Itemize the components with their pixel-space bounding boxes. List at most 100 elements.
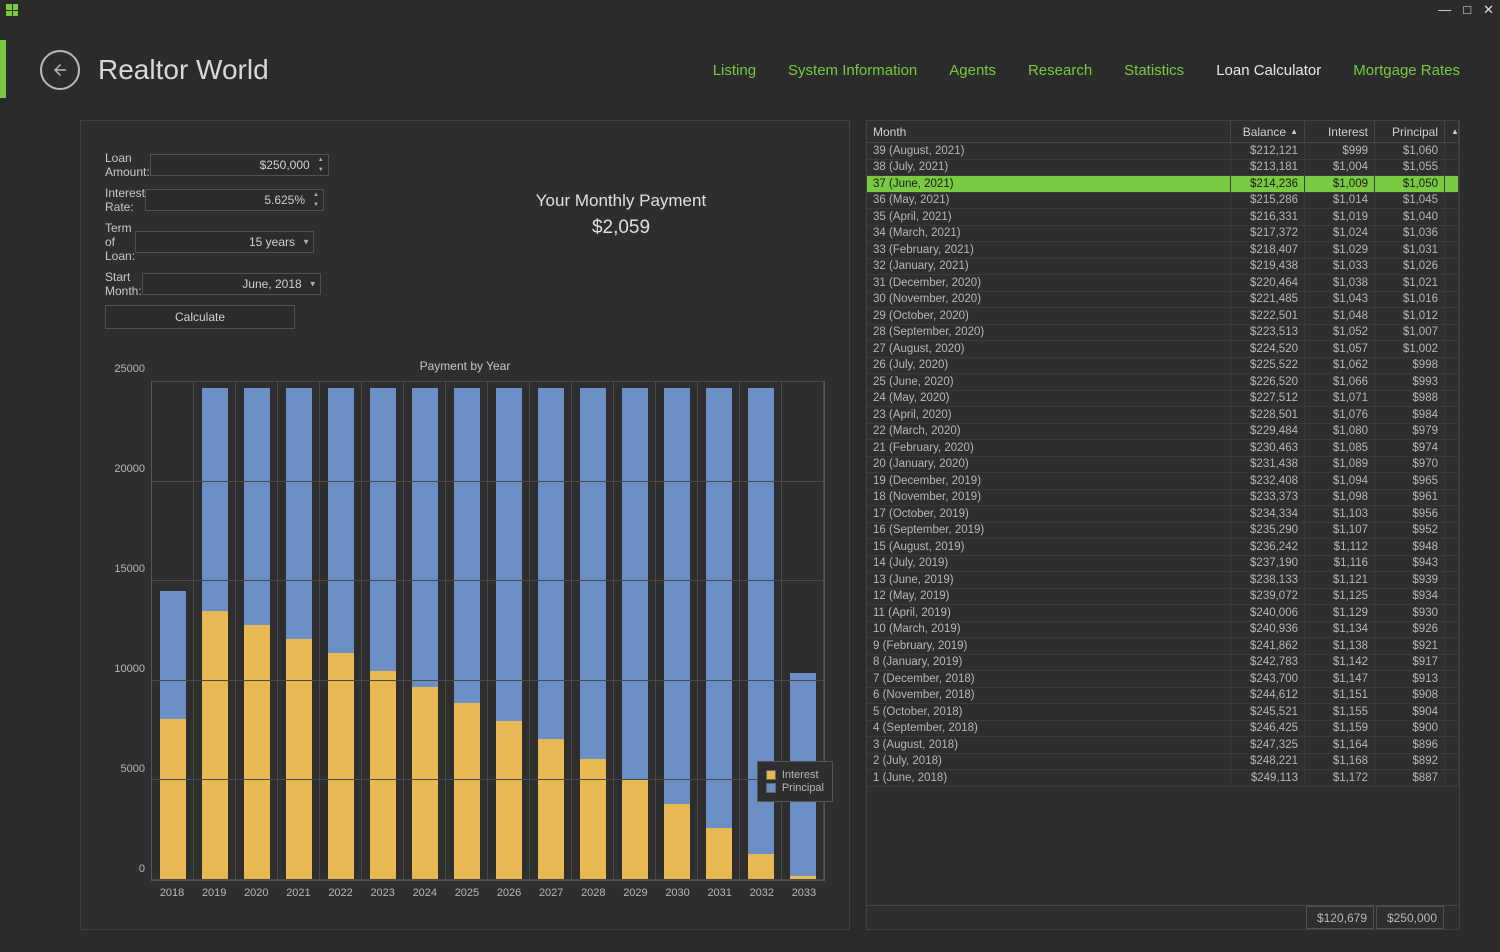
header-month[interactable]: Month xyxy=(867,121,1231,142)
loan-amount-spinner[interactable]: ▲▼ xyxy=(314,155,328,175)
cell-month: 8 (January, 2019) xyxy=(867,655,1231,671)
close-button[interactable]: ✕ xyxy=(1483,2,1494,18)
table-row[interactable]: 19 (December, 2019)$232,408$1,094$965 xyxy=(867,473,1459,490)
cell-principal: $1,040 xyxy=(1375,209,1445,225)
bar-2031[interactable] xyxy=(706,388,731,880)
table-row[interactable]: 14 (July, 2019)$237,190$1,116$943 xyxy=(867,556,1459,573)
header-principal[interactable]: Principal xyxy=(1375,121,1445,142)
main: Loan Amount: ▲▼ Interest Rate: ▲▼ Term o… xyxy=(0,110,1500,950)
nav-item-agents[interactable]: Agents xyxy=(949,62,996,79)
table-row[interactable]: 27 (August, 2020)$224,520$1,057$1,002 xyxy=(867,341,1459,358)
cell-interest: $999 xyxy=(1305,143,1375,159)
table-row[interactable]: 11 (April, 2019)$240,006$1,129$930 xyxy=(867,605,1459,622)
cell-balance: $245,521 xyxy=(1231,704,1305,720)
bar-2026[interactable] xyxy=(496,388,521,880)
bar-2030[interactable] xyxy=(664,388,689,880)
table-row[interactable]: 38 (July, 2021)$213,181$1,004$1,055 xyxy=(867,160,1459,177)
table-row[interactable]: 13 (June, 2019)$238,133$1,121$939 xyxy=(867,572,1459,589)
table-row[interactable]: 29 (October, 2020)$222,501$1,048$1,012 xyxy=(867,308,1459,325)
back-button[interactable] xyxy=(40,50,80,90)
bar-2020[interactable] xyxy=(244,388,269,880)
table-row[interactable]: 22 (March, 2020)$229,484$1,080$979 xyxy=(867,424,1459,441)
table-row[interactable]: 18 (November, 2019)$233,373$1,098$961 xyxy=(867,490,1459,507)
table-row[interactable]: 32 (January, 2021)$219,438$1,033$1,026 xyxy=(867,259,1459,276)
table-row[interactable]: 2 (July, 2018)$248,221$1,168$892 xyxy=(867,754,1459,771)
table-row[interactable]: 23 (April, 2020)$228,501$1,076$984 xyxy=(867,407,1459,424)
cell-month: 21 (February, 2020) xyxy=(867,440,1231,456)
bar-2028[interactable] xyxy=(580,388,605,880)
bar-2023[interactable] xyxy=(370,388,395,880)
loan-amount-input[interactable] xyxy=(150,154,329,176)
bar-2025[interactable] xyxy=(454,388,479,880)
bar-2029[interactable] xyxy=(622,388,647,880)
table-row[interactable]: 5 (October, 2018)$245,521$1,155$904 xyxy=(867,704,1459,721)
table-body: 39 (August, 2021)$212,121$999$1,06038 (J… xyxy=(867,143,1459,905)
table-row[interactable]: 9 (February, 2019)$241,862$1,138$921 xyxy=(867,638,1459,655)
table-row[interactable]: 3 (August, 2018)$247,325$1,164$896 xyxy=(867,737,1459,754)
table-rows-scroll[interactable]: 39 (August, 2021)$212,121$999$1,06038 (J… xyxy=(867,143,1459,905)
cell-month: 9 (February, 2019) xyxy=(867,638,1231,654)
table-row[interactable]: 35 (April, 2021)$216,331$1,019$1,040 xyxy=(867,209,1459,226)
cell-balance: $246,425 xyxy=(1231,721,1305,737)
table-row[interactable]: 4 (September, 2018)$246,425$1,159$900 xyxy=(867,721,1459,738)
nav-item-research[interactable]: Research xyxy=(1028,62,1092,79)
bar-2024[interactable] xyxy=(412,388,437,880)
cell-principal: $913 xyxy=(1375,671,1445,687)
header: Realtor World ListingSystem InformationA… xyxy=(0,20,1500,110)
table-row[interactable]: 12 (May, 2019)$239,072$1,125$934 xyxy=(867,589,1459,606)
table-row[interactable]: 28 (September, 2020)$223,513$1,052$1,007 xyxy=(867,325,1459,342)
cell-balance: $222,501 xyxy=(1231,308,1305,324)
nav-item-mortgage-rates[interactable]: Mortgage Rates xyxy=(1353,62,1460,79)
nav-item-listing[interactable]: Listing xyxy=(713,62,756,79)
table-row[interactable]: 10 (March, 2019)$240,936$1,134$926 xyxy=(867,622,1459,639)
table-row[interactable]: 15 (August, 2019)$236,242$1,112$948 xyxy=(867,539,1459,556)
bar-2027[interactable] xyxy=(538,388,563,880)
table-row[interactable]: 20 (January, 2020)$231,438$1,089$970 xyxy=(867,457,1459,474)
table-row[interactable]: 31 (December, 2020)$220,464$1,038$1,021 xyxy=(867,275,1459,292)
table-row[interactable]: 17 (October, 2019)$234,334$1,103$956 xyxy=(867,506,1459,523)
table-row[interactable]: 39 (August, 2021)$212,121$999$1,060 xyxy=(867,143,1459,160)
term-input[interactable] xyxy=(135,231,314,253)
table-row[interactable]: 34 (March, 2021)$217,372$1,024$1,036 xyxy=(867,226,1459,243)
table-row[interactable]: 6 (November, 2018)$244,612$1,151$908 xyxy=(867,688,1459,705)
bar-2019[interactable] xyxy=(202,388,227,880)
header-interest[interactable]: Interest xyxy=(1305,121,1375,142)
cell-month: 12 (May, 2019) xyxy=(867,589,1231,605)
bar-2022[interactable] xyxy=(328,388,353,880)
interest-rate-input[interactable] xyxy=(145,189,324,211)
table-row[interactable]: 25 (June, 2020)$226,520$1,066$993 xyxy=(867,374,1459,391)
header-balance[interactable]: Balance▲ xyxy=(1231,121,1305,142)
cell-balance: $231,438 xyxy=(1231,457,1305,473)
bar-2018[interactable] xyxy=(160,591,185,880)
maximize-button[interactable]: □ xyxy=(1463,2,1471,18)
start-month-input[interactable] xyxy=(142,273,321,295)
table-row[interactable]: 33 (February, 2021)$218,407$1,029$1,031 xyxy=(867,242,1459,259)
x-tick: 2032 xyxy=(741,887,783,899)
cell-balance: $224,520 xyxy=(1231,341,1305,357)
bar-2021[interactable] xyxy=(286,388,311,880)
table-row[interactable]: 30 (November, 2020)$221,485$1,043$1,016 xyxy=(867,292,1459,309)
table-row[interactable]: 1 (June, 2018)$249,113$1,172$887 xyxy=(867,770,1459,787)
table-row[interactable]: 37 (June, 2021)$214,236$1,009$1,050 xyxy=(867,176,1459,193)
nav-item-system-information[interactable]: System Information xyxy=(788,62,917,79)
footer-principal-total: $250,000 xyxy=(1376,906,1444,929)
nav-item-loan-calculator[interactable]: Loan Calculator xyxy=(1216,62,1321,79)
table-row[interactable]: 26 (July, 2020)$225,522$1,062$998 xyxy=(867,358,1459,375)
calculate-button[interactable]: Calculate xyxy=(105,305,295,329)
cell-month: 19 (December, 2019) xyxy=(867,473,1231,489)
interest-rate-label: Interest Rate: xyxy=(105,186,145,214)
cell-balance: $226,520 xyxy=(1231,374,1305,390)
table-row[interactable]: 24 (May, 2020)$227,512$1,071$988 xyxy=(867,391,1459,408)
cell-balance: $242,783 xyxy=(1231,655,1305,671)
cell-balance: $235,290 xyxy=(1231,523,1305,539)
table-row[interactable]: 8 (January, 2019)$242,783$1,142$917 xyxy=(867,655,1459,672)
nav-item-statistics[interactable]: Statistics xyxy=(1124,62,1184,79)
table-row[interactable]: 16 (September, 2019)$235,290$1,107$952 xyxy=(867,523,1459,540)
minimize-button[interactable]: — xyxy=(1438,2,1451,18)
table-row[interactable]: 21 (February, 2020)$230,463$1,085$974 xyxy=(867,440,1459,457)
table-row[interactable]: 7 (December, 2018)$243,700$1,147$913 xyxy=(867,671,1459,688)
table-row[interactable]: 36 (May, 2021)$215,286$1,014$1,045 xyxy=(867,193,1459,210)
bar-2032[interactable] xyxy=(748,388,773,880)
interest-rate-spinner[interactable]: ▲▼ xyxy=(309,190,323,210)
cell-interest: $1,116 xyxy=(1305,556,1375,572)
